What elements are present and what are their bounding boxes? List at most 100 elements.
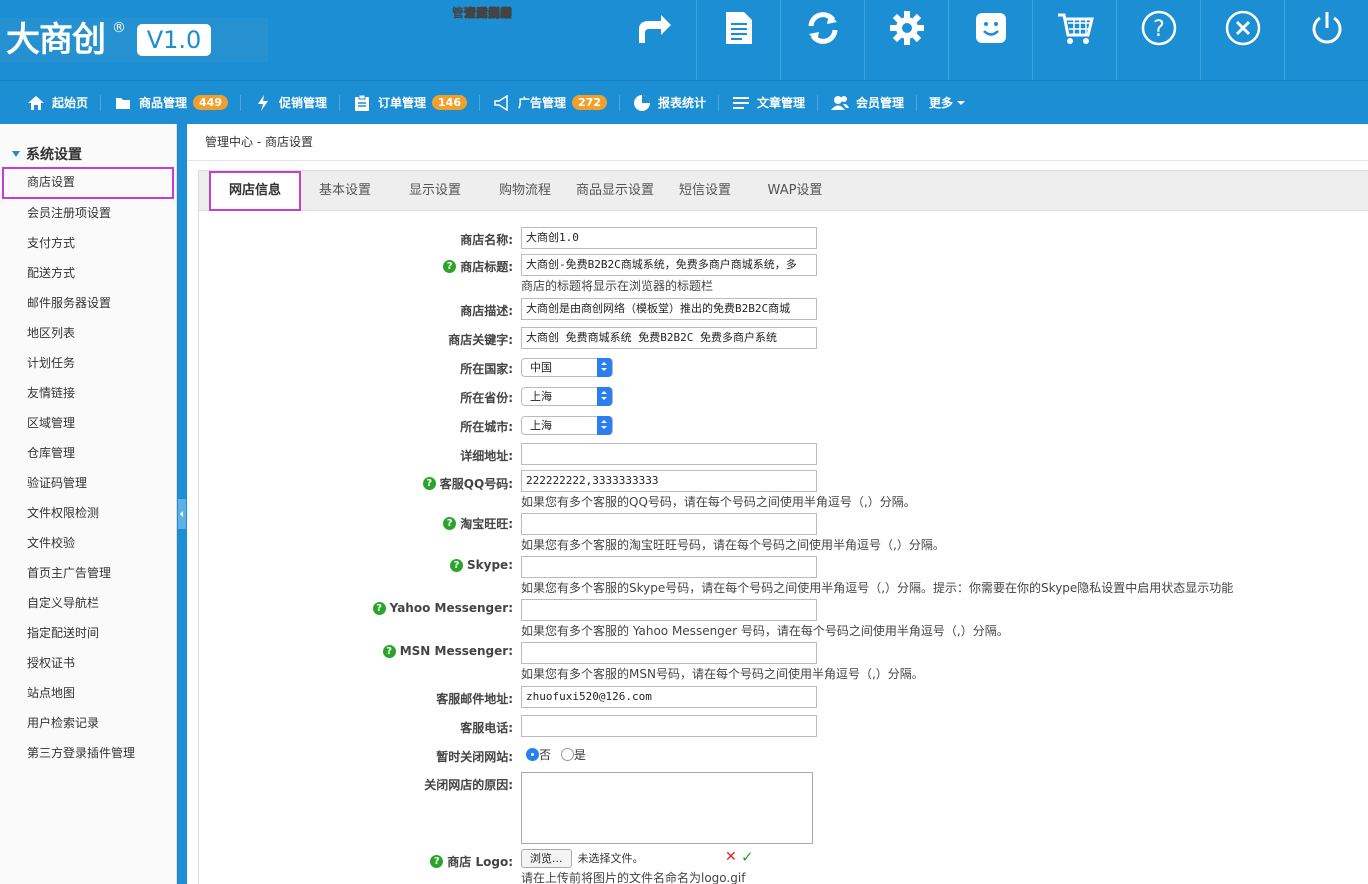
notepad-button[interactable]: 记事本 <box>476 0 780 80</box>
phone-input[interactable] <box>521 715 817 737</box>
city-select[interactable]: 上海 <box>521 416 613 435</box>
users-icon <box>830 93 850 113</box>
delete-icon[interactable]: ✕ <box>725 849 737 865</box>
qq-input[interactable]: 222222222,3333333333 <box>521 470 817 492</box>
help-icon[interactable]: ? <box>443 260 457 273</box>
wangwang-note: 如果您有多个客服的淘宝旺旺号码，请在每个号码之间使用半角逗号（,）分隔。 <box>521 538 945 552</box>
sidebar-item-oauth-plugins[interactable]: 第三方登录插件管理 <box>0 738 177 768</box>
sidebar-item-cron[interactable]: 计划任务 <box>0 348 177 378</box>
sidebar-item-home-ads[interactable]: 首页主广告管理 <box>0 558 177 588</box>
help-icon[interactable]: ? <box>443 517 457 530</box>
tab-basic-settings[interactable]: 基本设置 <box>301 171 389 211</box>
sidebar-item-reg-fields[interactable]: 会员注册项设置 <box>0 198 177 228</box>
top-nav: 开店向导 记事本 刷新 个人设置 管理员留言 查看网店 ? 帮助 清除缓存 退出 <box>452 0 1368 80</box>
sidebar-item-warehouse[interactable]: 仓库管理 <box>0 438 177 468</box>
address-input[interactable] <box>521 443 817 465</box>
view-shop-button[interactable]: 查看网店 <box>464 0 1116 80</box>
help-button[interactable]: ? 帮助 <box>488 0 1200 80</box>
sidebar-item-file-check[interactable]: 文件校验 <box>0 528 177 558</box>
logo: 大商创 ® V1.0 <box>0 18 268 62</box>
sidebar-item-friend-links[interactable]: 友情链接 <box>0 378 177 408</box>
close-reason-textarea[interactable] <box>521 772 813 844</box>
browse-button[interactable]: 浏览... <box>521 849 572 868</box>
city-label: 所在城市: <box>460 420 513 434</box>
sidebar-item-search-log[interactable]: 用户检索记录 <box>0 708 177 738</box>
sidebar-item-custom-nav[interactable]: 自定义导航栏 <box>0 588 177 618</box>
tab-display-settings[interactable]: 显示设置 <box>389 171 481 211</box>
breadcrumb-root[interactable]: 管理中心 <box>205 135 253 149</box>
sidebar-item-delivery-time[interactable]: 指定配送时间 <box>0 618 177 648</box>
menu-reports[interactable]: 报表统计 <box>632 81 718 125</box>
email-input[interactable]: zhuofuxi520@126.com <box>521 686 817 708</box>
shop-guide-button[interactable]: 开店向导 <box>464 0 696 80</box>
refresh-button[interactable]: 刷新 <box>488 0 864 80</box>
yahoo-input[interactable] <box>521 599 817 621</box>
tab-shop-info[interactable]: 网店信息 <box>209 171 301 211</box>
menu-more[interactable]: 更多 <box>929 81 977 125</box>
shop-desc-input[interactable]: 大商创是由商创网络（模板堂）推出的免费B2B2C商城 <box>521 298 817 320</box>
sidebar-item-license[interactable]: 授权证书 <box>0 648 177 678</box>
country-select[interactable]: 中国 <box>521 358 613 377</box>
close-site-yes-radio[interactable] <box>560 748 574 761</box>
clipboard-icon <box>352 93 372 113</box>
sidebar-item-area-mgmt[interactable]: 区域管理 <box>0 408 177 438</box>
menu-members[interactable]: 会员管理 <box>830 81 916 125</box>
tab-checkout-flow[interactable]: 购物流程 <box>481 171 569 211</box>
collapse-sidebar-toggle[interactable] <box>178 499 186 529</box>
menu-goods[interactable]: 商品管理 449 <box>113 81 240 125</box>
sidebar-item-captcha[interactable]: 验证码管理 <box>0 468 177 498</box>
skype-note: 如果您有多个客服的Skype号码，请在每个号码之间使用半角逗号（,）分隔。提示：… <box>521 581 1234 595</box>
main-content: 管理中心 - 商店设置 网店信息 基本设置 显示设置 购物流程 商品显示设置 短… <box>187 124 1368 884</box>
menu-divider <box>618 94 620 111</box>
shop-title-note: 商店的标题将显示在浏览器的标题栏 <box>521 279 714 293</box>
close-reason-label: 关闭网店的原因: <box>424 778 513 792</box>
skype-input[interactable] <box>521 556 817 578</box>
sidebar-item-file-perms[interactable]: 文件权限检测 <box>0 498 177 528</box>
close-site-no-label: 否 <box>539 748 552 762</box>
help-icon[interactable]: ? <box>372 601 386 615</box>
sidebar-item-mail-server[interactable]: 邮件服务器设置 <box>0 288 177 318</box>
menu-promotion[interactable]: 促销管理 <box>253 81 339 125</box>
tab-goods-display[interactable]: 商品显示设置 <box>569 171 661 211</box>
menu-ads[interactable]: 广告管理 272 <box>492 81 619 125</box>
sidebar-item-regions[interactable]: 地区列表 <box>0 318 177 348</box>
menu-articles[interactable]: 文章管理 <box>731 81 817 125</box>
close-site-radios: 否 是 <box>526 746 592 763</box>
qq-note: 如果您有多个客服的QQ号码，请在每个号码之间使用半角逗号（,）分隔。 <box>521 495 916 509</box>
sidebar-item-sitemap[interactable]: 站点地图 <box>0 678 177 708</box>
logo-note: 请在上传前将图片的文件名命名为logo.gif <box>521 871 746 884</box>
logo-file-field: 浏览... 未选择文件。 ✕ ✓ <box>521 848 781 868</box>
shop-title-input[interactable]: 大商创-免费B2B2C商城系统，免费多商户商城系统，多 <box>521 254 817 276</box>
home-icon <box>26 93 46 113</box>
skype-label: ? Skype: <box>450 558 513 572</box>
sidebar-item-shipping[interactable]: 配送方式 <box>0 258 177 288</box>
clear-cache-button[interactable]: 清除缓存 <box>464 0 1284 80</box>
tab-wap-settings[interactable]: WAP设置 <box>749 171 841 211</box>
personal-settings-button[interactable]: 个人设置 <box>464 0 948 80</box>
sidebar: 系统设置 商店设置 会员注册项设置 支付方式 配送方式 邮件服务器设置 地区列表… <box>0 124 177 884</box>
sidebar-section-header[interactable]: 系统设置 <box>12 144 82 164</box>
close-site-no-radio[interactable] <box>526 748 539 761</box>
menu-home[interactable]: 起始页 <box>26 81 100 125</box>
sidebar-item-payment[interactable]: 支付方式 <box>0 228 177 258</box>
select-arrows-icon <box>597 387 612 406</box>
shop-name-input[interactable]: 大商创1.0 <box>521 227 817 249</box>
phone-label: 客服电话: <box>460 721 513 735</box>
help-icon[interactable]: ? <box>450 558 464 572</box>
admin-message-button[interactable]: 管理员留言 <box>452 0 1032 80</box>
ads-count-badge: 272 <box>572 95 607 110</box>
lightning-icon <box>253 93 273 113</box>
menu-divider <box>240 94 241 111</box>
sidebar-item-shop-settings[interactable]: 商店设置 <box>2 167 174 199</box>
help-icon[interactable]: ? <box>422 477 436 490</box>
help-icon[interactable]: ? <box>382 644 396 658</box>
help-icon[interactable]: ? <box>430 855 444 868</box>
msn-input[interactable] <box>521 642 817 664</box>
menu-orders[interactable]: 订单管理 146 <box>352 81 479 125</box>
shop-keywords-input[interactable]: 大商创 免费商城系统 免费B2B2C 免费多商户系统 <box>521 327 817 349</box>
tab-sms-settings[interactable]: 短信设置 <box>661 171 749 211</box>
province-select[interactable]: 上海 <box>521 387 613 406</box>
logout-button[interactable]: 退出 <box>488 0 1368 80</box>
help-icon: ? <box>1139 8 1179 48</box>
wangwang-input[interactable] <box>521 513 817 535</box>
